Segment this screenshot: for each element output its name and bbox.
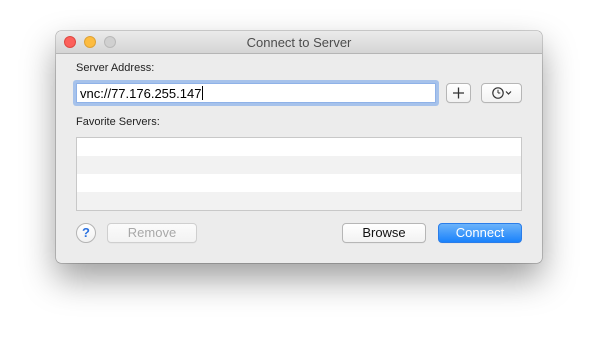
browse-button[interactable]: Browse bbox=[342, 223, 426, 243]
connect-button[interactable]: Connect bbox=[438, 223, 522, 243]
favorite-servers-label: Favorite Servers: bbox=[76, 116, 160, 128]
plus-icon bbox=[447, 84, 470, 102]
favorite-servers-list[interactable] bbox=[76, 137, 522, 211]
server-address-label: Server Address: bbox=[76, 62, 155, 74]
remove-button: Remove bbox=[107, 223, 197, 243]
title-bar[interactable]: Connect to Server bbox=[56, 31, 542, 54]
list-row bbox=[77, 156, 521, 174]
server-address-value: vnc://77.176.255.147 bbox=[80, 86, 202, 101]
list-row bbox=[77, 192, 521, 210]
chevron-down-icon bbox=[505, 91, 512, 95]
window-title: Connect to Server bbox=[246, 35, 352, 50]
add-favorite-button[interactable] bbox=[446, 83, 471, 103]
list-row bbox=[77, 174, 521, 192]
help-button[interactable]: ? bbox=[76, 223, 96, 243]
text-caret bbox=[202, 86, 204, 100]
recent-servers-button[interactable] bbox=[481, 83, 522, 103]
list-row bbox=[77, 138, 521, 156]
server-address-input[interactable]: vnc://77.176.255.147 bbox=[76, 83, 436, 103]
clock-icon bbox=[492, 87, 504, 99]
connect-to-server-window: Connect to Server Server Address: vnc://… bbox=[56, 31, 542, 263]
